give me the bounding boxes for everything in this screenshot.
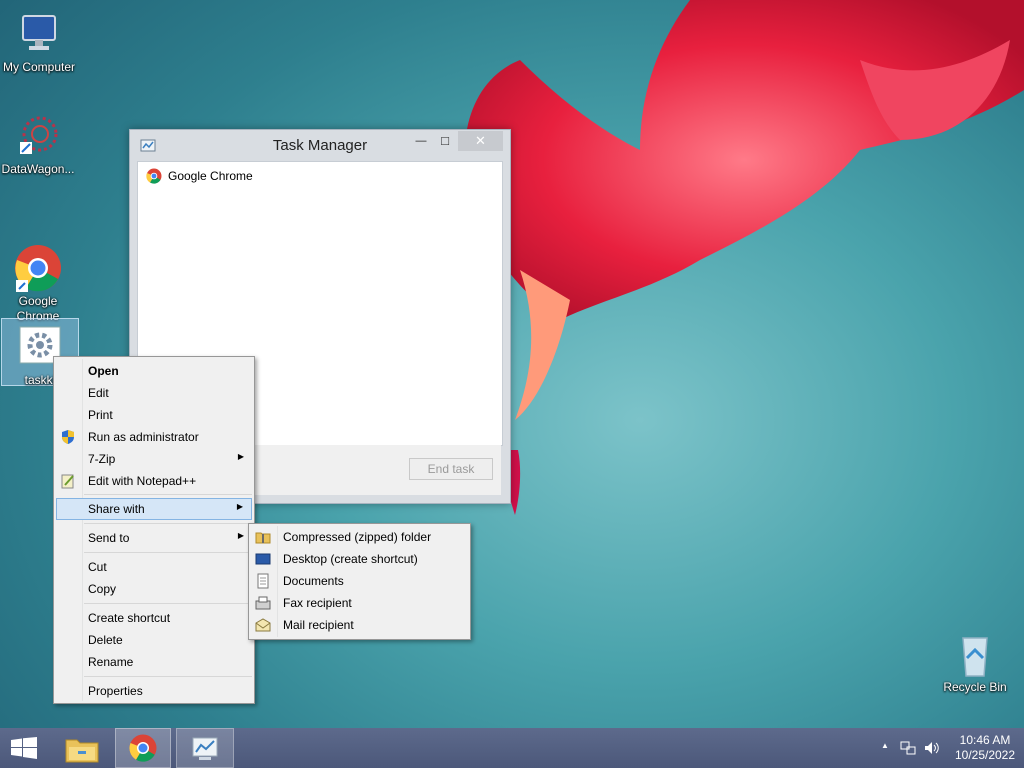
end-task-button[interactable]: End task — [409, 458, 493, 480]
menu-item-label: Print — [88, 408, 113, 422]
computer-icon — [15, 10, 63, 58]
menu-item-label: Copy — [88, 582, 117, 596]
chrome-icon — [146, 168, 162, 187]
menu-item-label: Run as administrator — [88, 430, 199, 444]
desktop-icon-label: Recycle Bin — [943, 680, 1007, 694]
menu-item-7-zip[interactable]: 7-Zip ▶ — [56, 448, 252, 470]
menu-item-label: Cut — [88, 560, 107, 574]
taskbar[interactable]: ▲ 10:46 AM 10/25/2022 — [0, 728, 1024, 768]
menu-item-delete[interactable]: Delete — [56, 629, 252, 651]
menu-item-label: 7-Zip — [88, 452, 116, 466]
recycle-bin-icon — [951, 630, 999, 678]
menu-item-label: Desktop (create shortcut) — [283, 552, 418, 566]
clock-time: 10:46 AM — [959, 733, 1011, 747]
task-manager-app-icon — [191, 735, 219, 766]
chrome-icon — [129, 734, 157, 765]
menu-item-label: Documents — [283, 574, 344, 588]
menu-separator — [84, 523, 252, 524]
desktop-icon-recycle-bin[interactable]: Recycle Bin — [937, 626, 1013, 695]
desktop-icon-label: My Computer — [2, 60, 76, 74]
chrome-icon — [14, 229, 62, 292]
documents-icon — [255, 573, 271, 589]
menu-item-run-as-administrator[interactable]: Run as administrator — [56, 426, 252, 448]
menu-item-documents[interactable]: Documents — [251, 570, 468, 592]
desktop-icon-label: taskki — [24, 373, 56, 387]
minimize-button[interactable]: — — [408, 131, 434, 151]
close-button[interactable]: ✕ — [458, 131, 503, 151]
menu-item-desktop-shortcut[interactable]: Desktop (create shortcut) — [251, 548, 468, 570]
menu-item-share-with[interactable]: Share with ▶ — [56, 498, 252, 520]
fax-icon — [255, 595, 271, 611]
clock-date: 10/25/2022 — [954, 748, 1016, 762]
menu-item-label: Share with — [88, 502, 145, 516]
show-hidden-icons-button[interactable]: ▲ — [881, 741, 889, 750]
menu-item-label: Delete — [88, 633, 123, 647]
context-menu[interactable]: Open Edit Print Run as administrator 7-Z… — [53, 356, 255, 704]
menu-item-label: Rename — [88, 655, 134, 669]
menu-item-label: Edit — [88, 386, 109, 400]
notepadpp-icon — [60, 473, 76, 489]
submenu-arrow-icon: ▶ — [236, 502, 243, 511]
volume-icon[interactable] — [923, 740, 939, 759]
menu-separator — [84, 603, 252, 604]
desktop-icon-datawagon[interactable]: DataWagon... — [0, 108, 76, 177]
desktop-icon — [255, 551, 271, 567]
menu-separator — [84, 494, 252, 495]
network-icon[interactable] — [900, 740, 916, 759]
menu-item-copy[interactable]: Copy — [56, 578, 252, 600]
start-button[interactable] — [0, 728, 48, 768]
desktop[interactable]: My Computer DataWagon... Google Chrome t… — [0, 0, 1024, 728]
menu-item-label: Fax recipient — [283, 596, 352, 610]
uac-shield-icon — [60, 429, 76, 445]
menu-item-label: Open — [88, 364, 119, 378]
menu-item-print[interactable]: Print — [56, 404, 252, 426]
menu-item-edit-with-notepadpp[interactable]: Edit with Notepad++ — [56, 470, 252, 492]
menu-item-properties[interactable]: Properties — [56, 680, 252, 702]
maximize-button[interactable]: □ — [432, 131, 458, 151]
datawagon-icon — [14, 112, 62, 160]
menu-item-label: Create shortcut — [88, 611, 171, 625]
menu-separator — [84, 676, 252, 677]
menu-item-label: Properties — [88, 684, 143, 698]
system-tray: ▲ 10:46 AM 10/25/2022 — [864, 728, 1024, 768]
menu-item-mail-recipient[interactable]: Mail recipient — [251, 614, 468, 636]
menu-item-create-shortcut[interactable]: Create shortcut — [56, 607, 252, 629]
menu-item-compressed-folder[interactable]: Compressed (zipped) folder — [251, 526, 468, 548]
desktop-icon-my-computer[interactable]: My Computer — [1, 6, 77, 75]
mail-icon — [255, 617, 271, 633]
menu-item-label: Send to — [88, 531, 130, 545]
submenu-arrow-icon: ▶ — [237, 452, 244, 461]
menu-separator — [84, 552, 252, 553]
folder-icon — [65, 735, 99, 766]
menu-item-label: Compressed (zipped) folder — [283, 530, 432, 544]
menu-item-edit[interactable]: Edit — [56, 382, 252, 404]
clock[interactable]: 10:46 AM 10/25/2022 — [950, 733, 1020, 763]
title-bar[interactable]: Task Manager — □ ✕ — [130, 130, 510, 160]
taskbar-file-explorer[interactable] — [56, 728, 108, 768]
taskbar-google-chrome[interactable] — [115, 728, 171, 768]
taskbar-task-manager[interactable] — [176, 728, 234, 768]
menu-item-rename[interactable]: Rename — [56, 651, 252, 673]
zip-folder-icon — [255, 529, 271, 545]
desktop-icon-label: DataWagon... — [1, 162, 75, 176]
task-name: Google Chrome — [168, 169, 253, 183]
submenu-arrow-icon: ▶ — [237, 531, 244, 540]
menu-item-send-to[interactable]: Send to ▶ — [56, 527, 252, 549]
menu-item-fax-recipient[interactable]: Fax recipient — [251, 592, 468, 614]
send-to-submenu[interactable]: Compressed (zipped) folder Desktop (crea… — [248, 523, 471, 640]
menu-item-cut[interactable]: Cut — [56, 556, 252, 578]
windows-logo-icon — [11, 737, 37, 762]
menu-item-label: Mail recipient — [283, 618, 354, 632]
menu-item-label: Edit with Notepad++ — [88, 474, 197, 488]
desktop-icon-google-chrome[interactable]: Google Chrome — [0, 210, 76, 324]
menu-item-open[interactable]: Open — [56, 360, 252, 382]
